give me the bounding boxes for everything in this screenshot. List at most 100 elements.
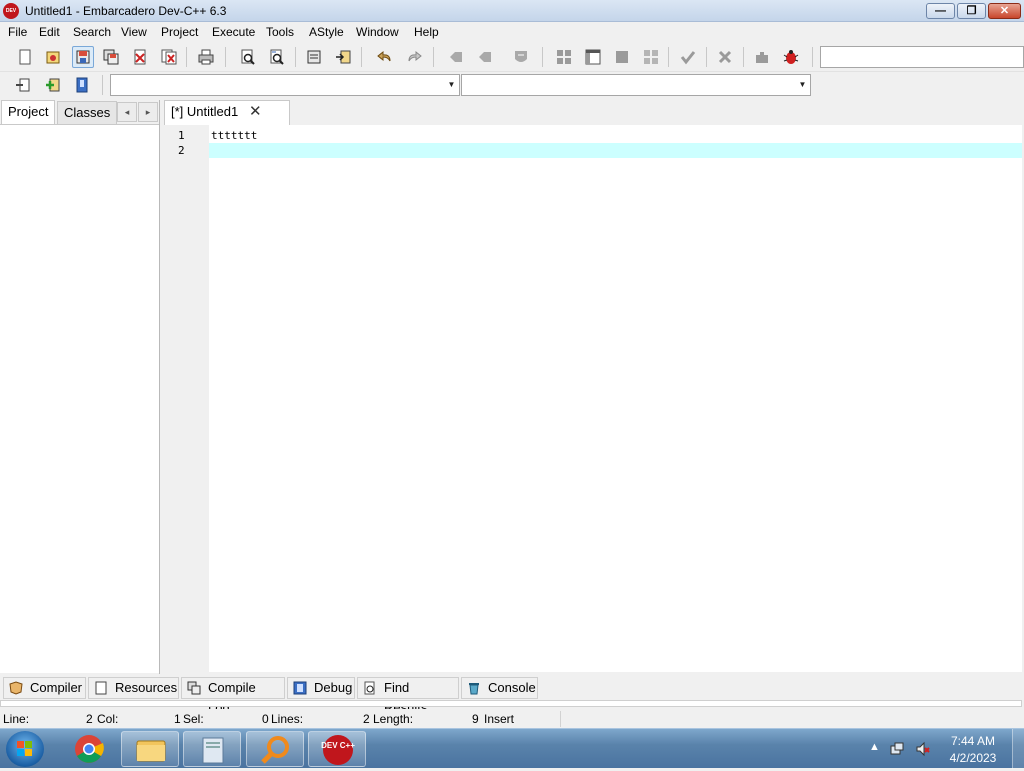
fullscreen-icon[interactable] (611, 46, 633, 68)
compiler-select[interactable] (820, 46, 1024, 68)
compiler-icon (9, 681, 23, 695)
find-icon[interactable] (237, 46, 259, 68)
tab-compile-log[interactable]: Compile Log (181, 677, 285, 715)
status-sel-label: Sel: (183, 712, 204, 726)
project-tree[interactable] (0, 124, 159, 673)
close-icon: ✕ (999, 5, 1010, 17)
grid-icon[interactable] (553, 46, 575, 68)
minimize-button[interactable]: — (926, 3, 955, 19)
run-icon[interactable] (332, 46, 354, 68)
new-file-icon[interactable] (14, 46, 36, 68)
tab-console[interactable]: Console (461, 677, 538, 699)
code-line[interactable]: ttttttt (211, 129, 257, 142)
bug-icon[interactable] (780, 46, 802, 68)
toolbar-separator (186, 47, 187, 67)
close-button[interactable]: ✕ (988, 3, 1021, 19)
secondary-toolbar: ▼ ▼ (0, 72, 1024, 98)
tab-console-label: Console (488, 680, 536, 695)
tab-untitled1[interactable]: [*] Untitled1 ✕ (164, 100, 290, 125)
show-desktop-button[interactable] (1012, 729, 1024, 769)
delete-icon[interactable] (714, 46, 736, 68)
puzzle-icon[interactable] (751, 46, 773, 68)
notepad-icon (202, 737, 224, 764)
comment-icon[interactable] (510, 46, 532, 68)
editor-tabs: [*] Untitled1 ✕ (162, 100, 1024, 125)
taskbar-search-tool[interactable] (246, 731, 304, 767)
toolbar-separator (433, 47, 434, 67)
status-length-value: 9 (472, 712, 479, 726)
line-gutter: 1 2 (165, 125, 209, 672)
app-icon: DEV C++ (3, 3, 19, 30)
taskbar-explorer[interactable] (121, 731, 179, 767)
toolbar-separator (361, 47, 362, 67)
menu-search[interactable]: Search (73, 25, 111, 39)
indent-icon[interactable] (445, 46, 467, 68)
tab-classes[interactable]: Classes (57, 101, 118, 125)
toolbar-separator (743, 47, 744, 67)
menu-edit[interactable]: Edit (39, 25, 60, 39)
close-file-icon[interactable] (129, 46, 151, 68)
status-line-value: 2 (86, 712, 93, 726)
tab-compiler[interactable]: Compiler (3, 677, 86, 699)
bookmark-icon[interactable] (71, 74, 93, 96)
tab-resources[interactable]: Resources (88, 677, 179, 699)
code-editor[interactable]: 1 2 ttttttt (165, 125, 1022, 672)
tab-find-results[interactable]: Find Results (357, 677, 459, 715)
debug-icon (293, 681, 307, 695)
start-button[interactable] (6, 731, 44, 767)
tab-debug-label: Debug (314, 680, 353, 695)
menu-execute[interactable]: Execute (212, 25, 255, 39)
tab-scroll-right-icon[interactable]: ▸ (138, 102, 158, 122)
tile-icon[interactable] (640, 46, 662, 68)
print-icon[interactable] (195, 46, 217, 68)
volume-muted-icon[interactable] (915, 741, 931, 757)
network-icon[interactable] (889, 741, 905, 757)
status-col-value: 1 (174, 712, 181, 726)
open-project-icon[interactable] (42, 46, 64, 68)
class-combo[interactable]: ▼ (110, 74, 460, 96)
taskbar-devcpp[interactable]: DEV C++ (308, 731, 366, 767)
close-all-icon[interactable] (158, 46, 180, 68)
save-icon[interactable] (72, 46, 94, 68)
menu-window[interactable]: Window (356, 25, 399, 39)
menu-tools[interactable]: Tools (266, 25, 294, 39)
title-bar: DEV C++ Untitled1 - Embarcadero Dev-C++ … (0, 0, 1024, 30)
tab-scroll-left-icon[interactable]: ◂ (117, 102, 137, 122)
layout-icon[interactable] (582, 46, 604, 68)
tab-debug[interactable]: Debug (287, 677, 355, 699)
clock[interactable]: 7:44 AM 4/2/2023 (944, 733, 1002, 767)
line-number: 2 (178, 144, 185, 157)
menu-astyle[interactable]: AStyle (309, 25, 344, 39)
add-file-icon[interactable] (42, 74, 64, 96)
taskbar-notepad[interactable] (183, 731, 241, 767)
redo-icon[interactable] (403, 46, 425, 68)
chrome-icon (75, 735, 104, 763)
tab-project[interactable]: Project (1, 100, 56, 124)
compile-log-icon (187, 681, 201, 695)
bottom-panel-splitter[interactable] (0, 700, 1022, 707)
menu-project[interactable]: Project (161, 25, 198, 39)
menu-help[interactable]: Help (414, 25, 439, 39)
check-icon[interactable] (677, 46, 699, 68)
replace-icon[interactable] (266, 46, 288, 68)
toolbar-separator (668, 47, 669, 67)
chevron-down-icon[interactable]: ▼ (795, 75, 810, 95)
unindent-icon[interactable] (474, 46, 496, 68)
tab-compiler-label: Compiler (30, 680, 83, 695)
function-combo[interactable]: ▼ (461, 74, 811, 96)
close-tab-icon[interactable]: ✕ (249, 102, 262, 120)
toolbar-separator (295, 47, 296, 67)
goto-icon[interactable] (12, 74, 34, 96)
clock-time: 7:44 AM (950, 734, 996, 748)
menu-view[interactable]: View (121, 25, 147, 39)
save-all-icon[interactable] (100, 46, 122, 68)
taskbar-chrome[interactable] (60, 731, 118, 767)
chevron-down-icon[interactable]: ▼ (444, 75, 459, 95)
status-lines-label: Lines: (271, 712, 304, 726)
compile-icon[interactable] (303, 46, 325, 68)
tray-expand-icon[interactable]: ▲ (869, 741, 880, 753)
line-number: 1 (178, 129, 185, 142)
undo-icon[interactable] (374, 46, 396, 68)
menu-file[interactable]: File (8, 25, 27, 39)
maximize-button[interactable]: ❐ (957, 3, 986, 19)
